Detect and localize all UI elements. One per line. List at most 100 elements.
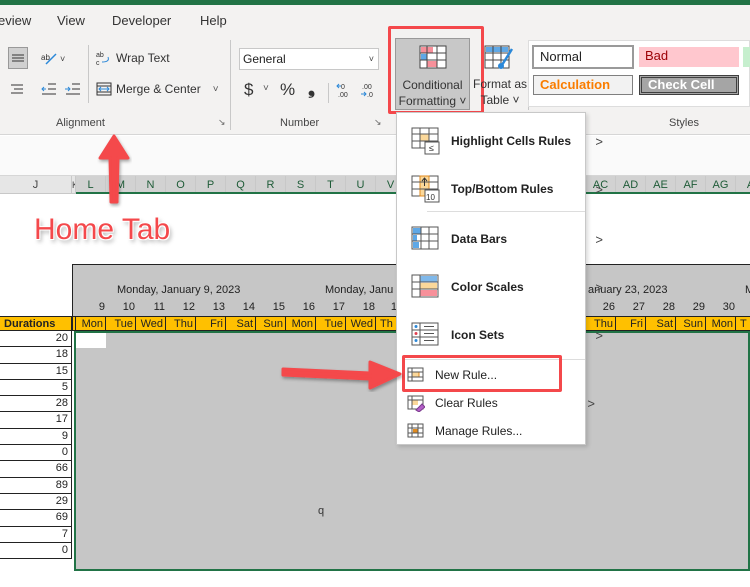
duration-cell[interactable]: 28 bbox=[0, 396, 72, 413]
menu-item-label: Top/Bottom Rules bbox=[451, 182, 554, 196]
menu-item-highlight-cells-rules[interactable]: ≤ Highlight Cells Rules > bbox=[411, 123, 603, 159]
currency-button[interactable]: $ bbox=[244, 80, 253, 100]
day-number: 16 bbox=[302, 301, 315, 313]
decrease-indent-icon bbox=[41, 83, 56, 95]
number-format-select[interactable]: General ˅ bbox=[239, 48, 379, 70]
increase-decimal-button[interactable]: 0.00 bbox=[336, 81, 352, 102]
day-name: T bbox=[740, 318, 747, 330]
menu-item-label: Highlight Cells Rules bbox=[451, 134, 572, 148]
format-as-table-button[interactable]: Format as Table ˅ bbox=[472, 43, 528, 111]
format-as-table-label-2: Table ˅ bbox=[480, 93, 520, 107]
submenu-chevron-icon: > bbox=[595, 279, 603, 295]
number-format-value: General bbox=[243, 52, 286, 66]
svg-text:0: 0 bbox=[341, 84, 345, 91]
day-number: 11 bbox=[153, 301, 165, 313]
svg-text:ab: ab bbox=[96, 52, 104, 59]
increase-indent-icon bbox=[65, 83, 80, 95]
menu-item-label: Clear Rules bbox=[435, 396, 498, 410]
tab-help[interactable]: Help bbox=[200, 13, 227, 28]
align-middle-icon bbox=[12, 54, 24, 62]
duration-cell[interactable]: 5 bbox=[0, 379, 72, 397]
menu-item-data-bars[interactable]: Data Bars > bbox=[411, 221, 603, 257]
active-cell[interactable] bbox=[76, 333, 106, 348]
day-number: 12 bbox=[182, 301, 195, 313]
alignment-dialog-launcher-icon[interactable]: ↘ bbox=[218, 117, 226, 128]
data-bars-icon bbox=[411, 226, 439, 250]
comma-style-button[interactable]: ❟ bbox=[308, 78, 315, 99]
duration-cell[interactable]: 66 bbox=[0, 461, 72, 478]
submenu-chevron-icon: > bbox=[595, 181, 603, 197]
percent-button[interactable]: % bbox=[280, 80, 295, 100]
duration-cell[interactable]: 20 bbox=[0, 331, 72, 348]
day-name: Tue bbox=[316, 317, 346, 331]
increase-indent-button[interactable] bbox=[64, 81, 82, 100]
column-header-j[interactable]: J bbox=[0, 176, 72, 194]
merge-center-label: Merge & Center bbox=[116, 82, 201, 96]
durations-header: Durations bbox=[0, 317, 72, 331]
orientation-button[interactable]: ab ˅ bbox=[40, 49, 68, 70]
duration-cell[interactable]: 7 bbox=[0, 526, 72, 543]
tab-review[interactable]: eview bbox=[0, 13, 31, 28]
duration-cell[interactable]: 0 bbox=[0, 445, 72, 462]
style-bad[interactable]: Bad bbox=[639, 47, 739, 67]
home-tab-annotation: Home Tab bbox=[34, 213, 171, 246]
day-number: 14 bbox=[242, 301, 255, 313]
svg-text:˅: ˅ bbox=[60, 54, 65, 64]
menu-item-label: Color Scales bbox=[451, 280, 524, 294]
menu-item-manage-rules[interactable]: Manage Rules... bbox=[407, 419, 595, 443]
day-number: 18 bbox=[362, 301, 375, 313]
decrease-decimal-button[interactable]: .00.0 bbox=[360, 81, 376, 102]
day-name: Sat bbox=[226, 317, 256, 331]
duration-cell[interactable]: 69 bbox=[0, 510, 72, 527]
number-dialog-launcher-icon[interactable]: ↘ bbox=[374, 117, 382, 128]
svg-text:c: c bbox=[96, 60, 100, 66]
menu-item-top-bottom-rules[interactable]: 10 Top/Bottom Rules > bbox=[411, 171, 603, 207]
cell-text: q bbox=[318, 505, 325, 517]
decrease-indent-button[interactable] bbox=[40, 81, 58, 100]
svg-text:≤: ≤ bbox=[429, 143, 434, 153]
color-scales-icon bbox=[411, 274, 439, 298]
day-number: 27 bbox=[632, 301, 645, 313]
style-normal[interactable]: Normal bbox=[532, 45, 634, 69]
style-calculation[interactable]: Calculation bbox=[533, 75, 633, 95]
duration-cell[interactable]: 17 bbox=[0, 412, 72, 429]
menu-item-color-scales[interactable]: Color Scales > bbox=[411, 269, 603, 305]
day-number: 9 bbox=[98, 301, 105, 313]
wrap-text-label: Wrap Text bbox=[116, 51, 170, 65]
duration-cell[interactable]: 89 bbox=[0, 477, 72, 494]
alignment-group-label: Alignment bbox=[56, 117, 105, 129]
day-name: Sun bbox=[256, 317, 286, 331]
highlight-cells-icon: ≤ bbox=[411, 127, 440, 155]
week-label-1: Monday, January 9, 2023 bbox=[117, 284, 241, 296]
style-check-cell[interactable]: Check Cell bbox=[639, 75, 739, 95]
menu-item-icon-sets[interactable]: Icon Sets > bbox=[411, 317, 603, 353]
day-name: Sun bbox=[676, 317, 706, 331]
duration-cell[interactable]: 18 bbox=[0, 347, 72, 364]
currency-chevron-icon[interactable]: ˅ bbox=[263, 83, 269, 94]
tab-view[interactable]: View bbox=[57, 13, 85, 28]
align-middle-button[interactable] bbox=[8, 47, 28, 69]
merge-center-chevron-icon[interactable]: ˅ bbox=[213, 84, 219, 95]
chevron-down-icon: ˅ bbox=[368, 54, 374, 64]
orientation-icon: ab ˅ bbox=[41, 53, 65, 65]
duration-cell[interactable]: 15 bbox=[0, 363, 72, 380]
increase-decimal-icon: 0.00 bbox=[336, 83, 348, 99]
wrap-text-button[interactable]: ab c Wrap Text bbox=[96, 50, 170, 66]
ribbon-tabs: eview View Developer Help bbox=[0, 5, 750, 35]
duration-cell[interactable]: 9 bbox=[0, 428, 72, 446]
arrow-right-icon bbox=[281, 360, 402, 390]
style-good-partial[interactable] bbox=[743, 47, 750, 67]
merge-center-button[interactable]: Merge & Center ˅ bbox=[96, 81, 219, 97]
conditional-formatting-highlight-box bbox=[388, 26, 484, 114]
decrease-decimal-icon: .00.0 bbox=[361, 84, 373, 99]
day-name: Fri bbox=[616, 317, 646, 331]
day-name: Fri bbox=[196, 317, 226, 331]
menu-item-clear-rules[interactable]: Clear Rules > bbox=[407, 391, 595, 415]
align-right-icon bbox=[11, 84, 23, 94]
duration-cell[interactable]: 0 bbox=[0, 542, 72, 560]
align-right-button[interactable] bbox=[8, 81, 26, 100]
tab-developer[interactable]: Developer bbox=[112, 13, 171, 28]
duration-cell[interactable]: 29 bbox=[0, 493, 72, 511]
day-number: 17 bbox=[332, 301, 345, 313]
format-as-table-icon bbox=[484, 45, 514, 69]
